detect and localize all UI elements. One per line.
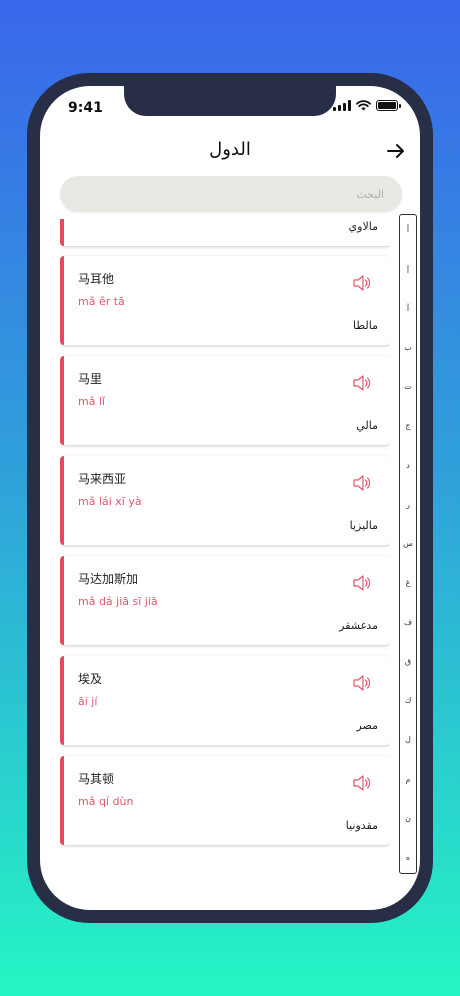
country-hanzi: 马达加斯加 — [78, 572, 139, 586]
country-hanzi: 马来西亚 — [78, 472, 127, 486]
page-title: الدول — [209, 139, 251, 160]
speaker-icon[interactable] — [352, 574, 372, 592]
alphabet-letter[interactable]: ك — [405, 696, 412, 706]
alphabet-letter[interactable]: ق — [405, 657, 411, 667]
country-hanzi: 埃及 — [78, 672, 103, 686]
battery-icon — [376, 100, 401, 111]
alphabet-letter[interactable]: ج — [405, 421, 410, 431]
alphabet-index[interactable]: أ إ آ ب ت ج د ر س غ ف ق ك ل م ن ه — [399, 214, 417, 874]
search-input[interactable] — [60, 176, 402, 212]
cellular-signal-icon — [333, 100, 351, 111]
country-arabic-name: مدغشقر — [339, 619, 378, 632]
country-pinyin: mǎ lǐ — [78, 395, 106, 408]
status-time: 9:41 — [68, 100, 103, 116]
country-card[interactable]: 马耳他 mǎ ěr tā مالطا — [60, 256, 390, 345]
country-pinyin: āi jí — [78, 695, 98, 708]
alphabet-letter[interactable]: ر — [406, 500, 410, 510]
country-card[interactable]: 马来西亚 mǎ lái xī yà ماليزيا — [60, 456, 390, 545]
alphabet-letter[interactable]: ف — [404, 618, 412, 628]
alphabet-letter[interactable]: غ — [406, 578, 411, 588]
country-pinyin: mǎ ěr tā — [78, 295, 125, 308]
speaker-icon[interactable] — [352, 274, 372, 292]
speaker-icon[interactable] — [352, 374, 372, 392]
wifi-icon — [356, 100, 371, 111]
country-arabic-name: ماليزيا — [349, 519, 378, 532]
country-pinyin: mǎ lái xī yà — [78, 495, 142, 508]
alphabet-letter[interactable]: م — [406, 775, 411, 785]
alphabet-letter[interactable]: إ — [407, 264, 409, 274]
country-arabic-name: مالي — [356, 419, 378, 432]
alphabet-letter[interactable]: أ — [407, 225, 409, 235]
country-card[interactable]: مالاوي — [60, 219, 390, 246]
alphabet-letter[interactable]: ه — [406, 853, 410, 863]
country-arabic-name: مصر — [356, 719, 378, 732]
country-hanzi: 马其顿 — [78, 772, 115, 786]
notch — [124, 86, 336, 116]
alphabet-letter[interactable]: س — [403, 539, 413, 549]
country-arabic-name: مالاوي — [348, 220, 378, 233]
arrow-right-icon[interactable] — [386, 141, 406, 161]
app-screen: 9:41 الدول مالاوي 马耳他 mǎ ěr tā — [40, 86, 420, 910]
country-list[interactable]: مالاوي 马耳他 mǎ ěr tā مالطا 马里 mǎ lǐ مالي — [60, 219, 390, 909]
country-hanzi: 马耳他 — [78, 272, 115, 286]
country-pinyin: mǎ qí dùn — [78, 795, 134, 808]
alphabet-letter[interactable]: ت — [404, 382, 412, 392]
country-pinyin: mǎ dá jiā sī jiā — [78, 595, 158, 608]
alphabet-letter[interactable]: د — [406, 461, 410, 471]
country-card[interactable]: 马其顿 mǎ qí dùn مقدونيا — [60, 756, 390, 845]
country-arabic-name: مالطا — [353, 319, 378, 332]
alphabet-letter[interactable]: ب — [404, 343, 412, 353]
speaker-icon[interactable] — [352, 674, 372, 692]
country-hanzi: 马里 — [78, 372, 103, 386]
alphabet-letter[interactable]: ل — [405, 735, 411, 745]
alphabet-letter[interactable]: آ — [407, 304, 409, 314]
country-card[interactable]: 马达加斯加 mǎ dá jiā sī jiā مدغشقر — [60, 556, 390, 645]
country-card[interactable]: 马里 mǎ lǐ مالي — [60, 356, 390, 445]
country-card[interactable]: 埃及 āi jí مصر — [60, 656, 390, 745]
speaker-icon[interactable] — [352, 774, 372, 792]
alphabet-letter[interactable]: ن — [405, 814, 411, 824]
country-arabic-name: مقدونيا — [345, 819, 378, 832]
phone-frame: 9:41 الدول مالاوي 马耳他 mǎ ěr tā — [27, 73, 433, 923]
status-icons — [333, 100, 401, 111]
speaker-icon[interactable] — [352, 474, 372, 492]
